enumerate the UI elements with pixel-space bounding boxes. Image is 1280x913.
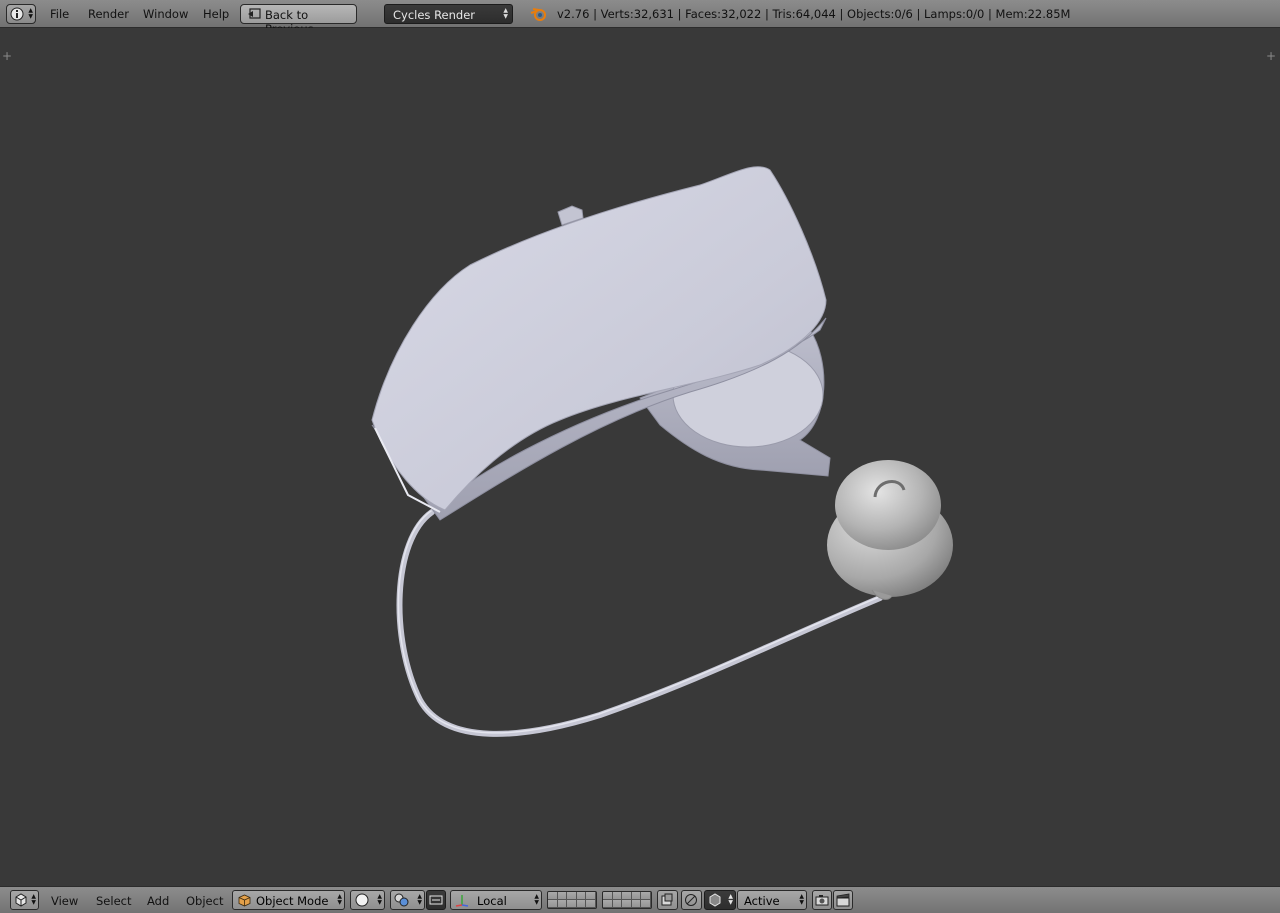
cube-icon <box>238 894 251 907</box>
3d-viewport[interactable]: + + <box>0 28 1280 886</box>
pivot-icon <box>394 893 409 907</box>
layers-group-1[interactable] <box>547 891 597 909</box>
camera-render-icon <box>815 895 829 906</box>
render-engine-label: Cycles Render <box>393 8 476 22</box>
proportional-editing-button[interactable] <box>681 890 702 910</box>
transform-orientation-dropdown[interactable]: Local ▲ ▼ <box>450 890 542 910</box>
info-icon <box>10 7 24 21</box>
layers-icon <box>661 893 673 906</box>
layer-button[interactable] <box>586 892 596 900</box>
menu-view[interactable]: View <box>51 894 78 908</box>
updown-arrows-icon: ▲ ▼ <box>534 893 539 906</box>
menu-render[interactable]: Render <box>88 7 129 21</box>
snap-element-dropdown[interactable]: ▲ ▼ <box>704 890 736 910</box>
layer-button[interactable] <box>557 892 568 900</box>
menu-add[interactable]: Add <box>147 894 169 908</box>
layer-button[interactable] <box>567 900 577 908</box>
manipulator-icon <box>429 895 443 905</box>
layer-button[interactable] <box>548 892 558 900</box>
snap-target-label: Active <box>744 894 780 908</box>
render-engine-dropdown[interactable]: Cycles Render ▲ ▼ <box>384 4 513 24</box>
updown-arrows-icon: ▲ ▼ <box>31 893 36 906</box>
scene-stats: v2.76 | Verts:32,631 | Faces:32,022 | Tr… <box>557 7 1071 21</box>
info-header: ▲▼ File Render Window Help Back to Previ… <box>0 0 1280 36</box>
updown-arrows-icon: ▲ ▼ <box>728 893 733 906</box>
updown-arrows-icon: ▲ ▼ <box>417 893 422 906</box>
blender-logo-icon <box>530 8 546 21</box>
layer-button[interactable] <box>641 892 651 900</box>
layer-button[interactable] <box>631 900 642 908</box>
3d-view-header: ▲ ▼ View Select Add Object Object Mode ▲ ▼… <box>0 886 1280 913</box>
back-to-previous-button[interactable]: Back to Previous <box>240 4 357 36</box>
snap-icon <box>709 893 721 907</box>
editor-type-button[interactable]: ▲ ▼ <box>10 890 39 910</box>
viewport-shading-dropdown[interactable]: ▲ ▼ <box>350 890 385 910</box>
layer-button[interactable] <box>603 900 613 908</box>
3d-view-icon <box>15 893 27 907</box>
sound-tube <box>396 509 883 737</box>
updown-arrows-icon: ▲ ▼ <box>337 893 342 906</box>
layer-button[interactable] <box>612 900 623 908</box>
updown-arrows-icon: ▲ ▼ <box>377 893 382 906</box>
mode-dropdown[interactable]: Object Mode ▲ ▼ <box>232 890 345 910</box>
orientation-label: Local <box>477 894 507 908</box>
layer-button[interactable] <box>612 892 623 900</box>
mode-label: Object Mode <box>256 894 329 908</box>
updown-arrows-icon: ▲ ▼ <box>799 893 804 906</box>
menu-select[interactable]: Select <box>96 894 131 908</box>
layer-button[interactable] <box>548 900 558 908</box>
hearing-aid-model[interactable] <box>0 28 1280 886</box>
opengl-animation-button[interactable] <box>833 890 853 910</box>
solid-sphere-icon <box>355 893 369 907</box>
menu-help[interactable]: Help <box>203 7 229 21</box>
lock-layers-button[interactable] <box>657 890 678 910</box>
layer-button[interactable] <box>622 900 632 908</box>
layers-group-2[interactable] <box>602 891 652 909</box>
clapper-icon <box>836 893 850 907</box>
transform-axes-icon <box>455 895 469 907</box>
layer-button[interactable] <box>631 892 642 900</box>
layer-button[interactable] <box>622 892 632 900</box>
layer-button[interactable] <box>567 892 577 900</box>
layer-button[interactable] <box>557 900 568 908</box>
layer-button[interactable] <box>641 900 651 908</box>
proportional-icon <box>685 894 697 906</box>
editor-type-button[interactable]: ▲ ▼ <box>6 4 36 24</box>
opengl-render-button[interactable] <box>812 890 832 910</box>
layer-button[interactable] <box>586 900 596 908</box>
screen-back-icon <box>248 8 261 19</box>
menu-object[interactable]: Object <box>186 894 223 908</box>
layer-button[interactable] <box>576 900 587 908</box>
ear-dome-upper <box>835 460 941 550</box>
pivot-point-dropdown[interactable]: ▲ ▼ <box>390 890 425 910</box>
updown-arrows-icon: ▲ ▼ <box>503 7 508 20</box>
layer-button[interactable] <box>603 892 613 900</box>
menu-file[interactable]: File <box>50 7 69 21</box>
layer-button[interactable] <box>576 892 587 900</box>
manipulator-toggle[interactable] <box>426 890 446 910</box>
updown-arrows-icon: ▲ ▼ <box>28 7 33 20</box>
menu-window[interactable]: Window <box>143 7 188 21</box>
snap-target-dropdown[interactable]: Active ▲ ▼ <box>737 890 807 910</box>
